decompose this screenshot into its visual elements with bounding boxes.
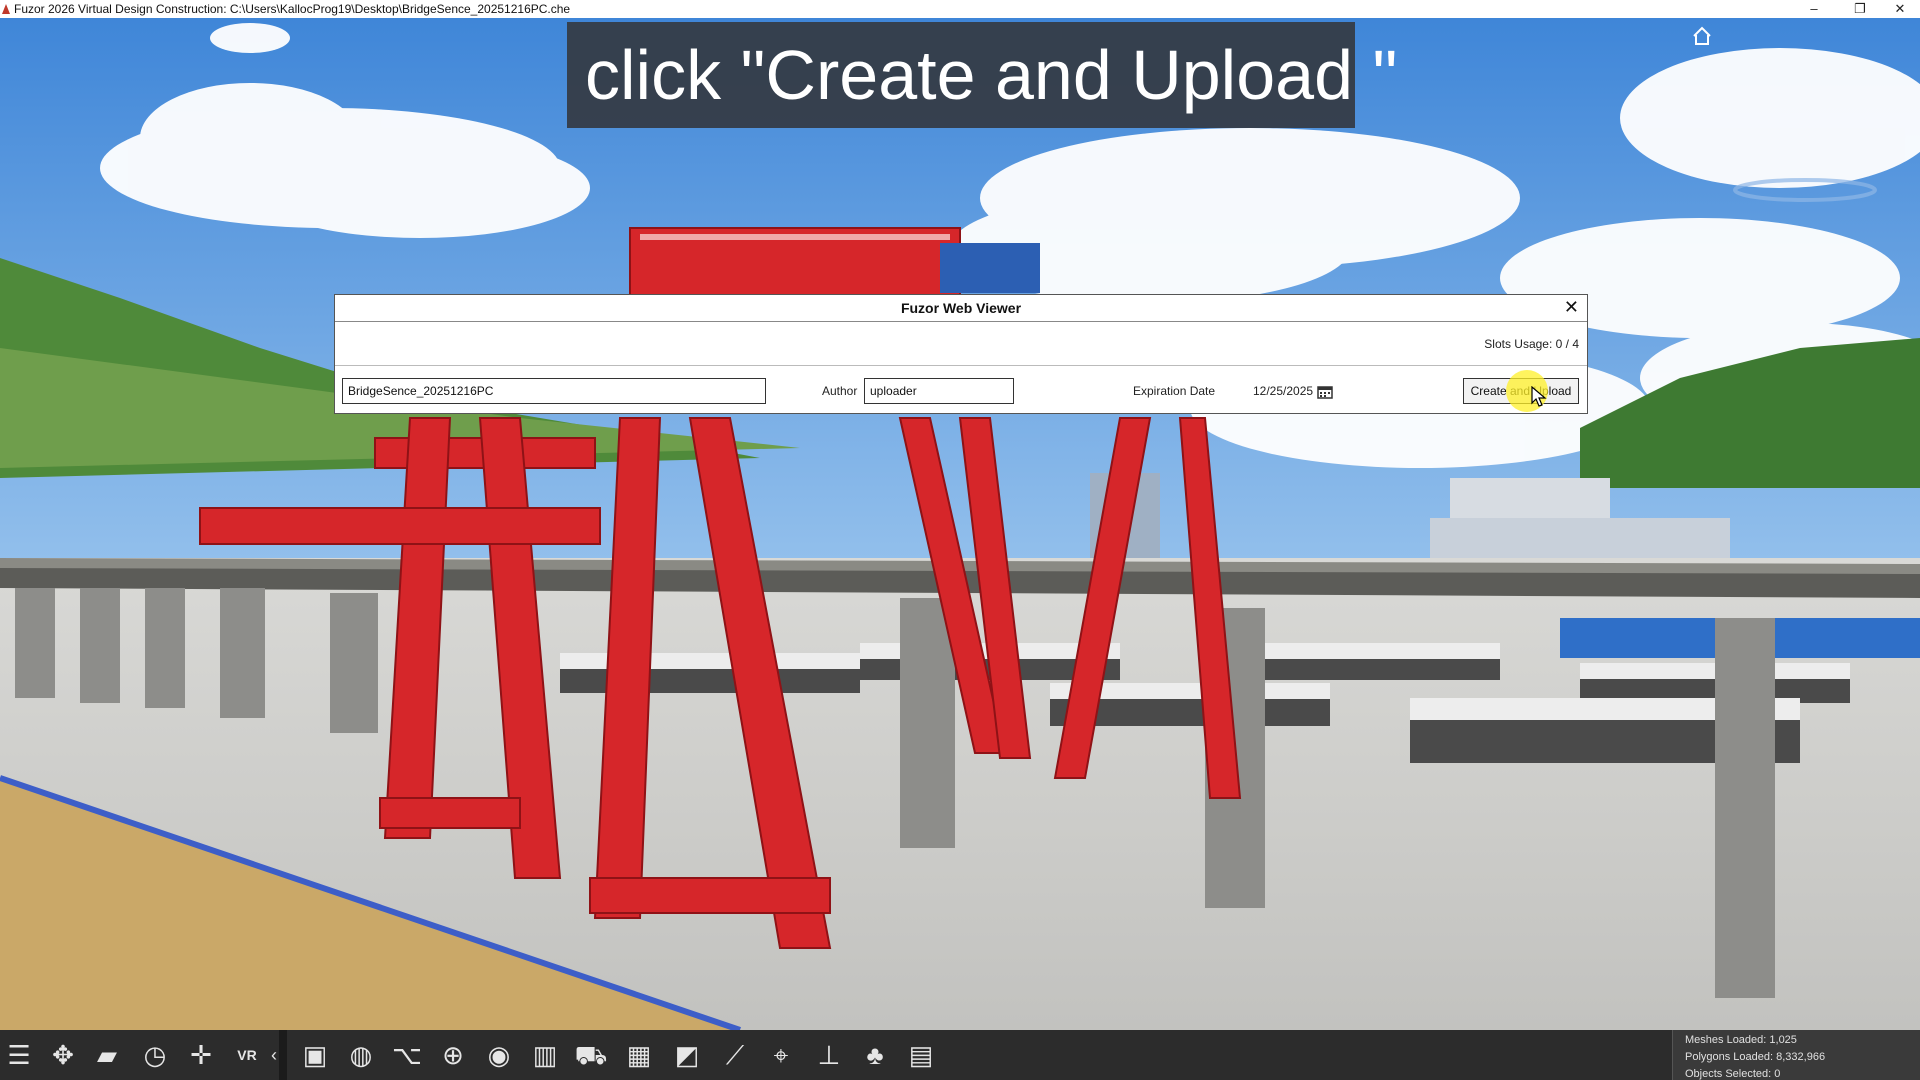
window-title: Fuzor 2026 Virtual Design Construction: … [14, 2, 571, 16]
eye-icon[interactable]: ◉ [480, 1037, 518, 1073]
polygons-loaded: Polygons Loaded: 8,332,966 [1685, 1051, 1826, 1063]
image-icon[interactable]: ◩ [668, 1037, 706, 1073]
vehicle-icon[interactable]: ⛟ [572, 1037, 610, 1073]
scene-render [0, 18, 1920, 1030]
home-icon[interactable] [1692, 26, 1712, 46]
lock-icon[interactable]: ⊕ [434, 1037, 472, 1073]
drone-icon[interactable]: ✥ [44, 1037, 82, 1073]
menu-icon[interactable]: ☰ [0, 1037, 38, 1073]
dialog-divider [335, 365, 1587, 366]
location-icon[interactable]: ⌖ [762, 1037, 800, 1073]
3d-viewport[interactable] [0, 18, 1920, 1030]
author-label: Author [822, 384, 858, 398]
meshes-loaded: Meshes Loaded: 1,025 [1685, 1034, 1797, 1046]
section-icon[interactable]: ⊥ [810, 1037, 848, 1073]
project-name-input[interactable]: BridgeSence_20251216PC [342, 378, 766, 404]
folder-icon[interactable]: ▰ [88, 1037, 126, 1073]
screenshot-icon[interactable]: ▣ [296, 1037, 334, 1073]
properties-icon[interactable]: ▤ [902, 1037, 940, 1073]
video-icon[interactable]: ▦ [620, 1037, 658, 1073]
author-input[interactable]: uploader [864, 378, 1014, 404]
minimize-button[interactable]: – [1794, 0, 1834, 18]
measure-icon[interactable]: ⟋ [716, 1037, 754, 1073]
window-title-bar: Fuzor 2026 Virtual Design Construction: … [0, 0, 1920, 18]
collapse-arrow-icon[interactable]: ‹ [266, 1037, 282, 1073]
restore-button[interactable]: ❐ [1840, 0, 1880, 18]
tutorial-caption: click "Create and Upload " [567, 22, 1397, 128]
close-icon[interactable]: ✕ [1564, 297, 1579, 317]
expiration-date-label: Expiration Date [1133, 384, 1216, 398]
objects-selected: Objects Selected: 0 [1685, 1068, 1781, 1080]
tree-icon[interactable]: ♣ [856, 1037, 894, 1073]
building-icon[interactable]: ▥ [526, 1037, 564, 1073]
vr-icon[interactable]: VR [228, 1037, 266, 1073]
move-icon[interactable]: ✛ [182, 1037, 220, 1073]
fuzor-web-viewer-dialog: Fuzor Web Viewer ✕ Slots Usage: 0 / 4 Br… [334, 294, 1588, 414]
globe-icon[interactable]: ◍ [342, 1037, 380, 1073]
app-icon [2, 4, 10, 14]
calendar-icon[interactable] [1317, 385, 1333, 399]
close-window-button[interactable]: ✕ [1880, 0, 1920, 18]
dialog-title: Fuzor Web Viewer [335, 295, 1587, 322]
path-icon[interactable]: ⌥ [388, 1037, 426, 1073]
stats-panel: Meshes Loaded: 1,025 Polygons Loaded: 8,… [1672, 1030, 1920, 1080]
expiration-date-value[interactable]: 12/25/2025 [1253, 378, 1313, 404]
mouse-cursor-icon [1531, 386, 1547, 407]
clock-icon[interactable]: ◷ [136, 1037, 174, 1073]
bottom-toolbar: ☰ ✥ ▰ ◷ ✛ VR ‹ ▣ ◍ ⌥ ⊕ ◉ ▥ ⛟ ▦ ◩ ⟋ ⌖ ⊥ ♣… [0, 1030, 1920, 1080]
slots-usage: Slots Usage: 0 / 4 [1484, 337, 1579, 351]
